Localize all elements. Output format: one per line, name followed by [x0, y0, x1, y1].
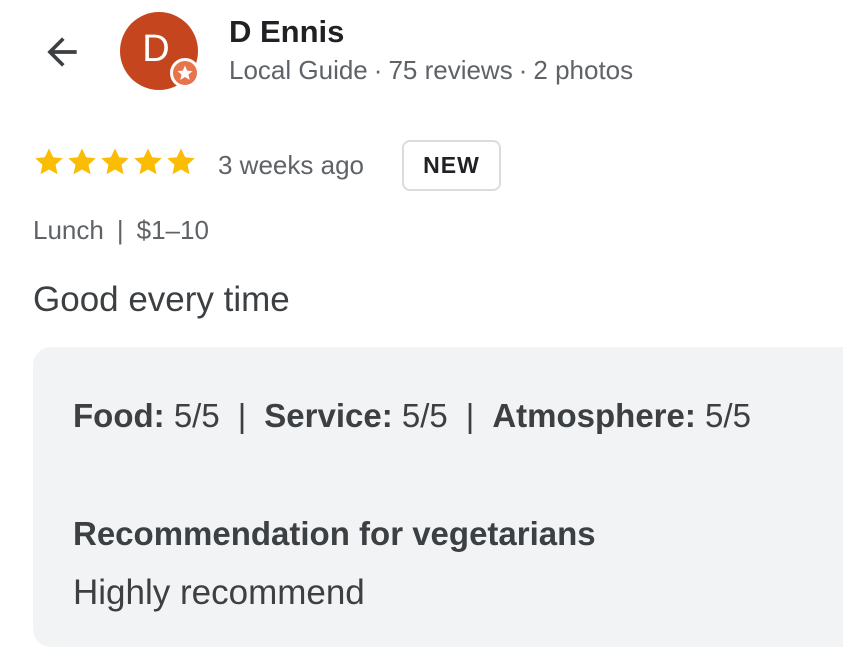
recommendation-label: Recommendation for vegetarians — [73, 515, 596, 552]
recommendation-value: Highly recommend — [73, 573, 365, 612]
review-time: 3 weeks ago — [218, 150, 364, 180]
user-level: Local Guide — [229, 55, 368, 85]
local-guide-badge — [170, 58, 200, 88]
price-range-tag: $1–10 — [136, 215, 209, 245]
food-value: 5/5 — [173, 397, 220, 434]
star-icon — [167, 148, 195, 175]
back-button[interactable] — [36, 28, 88, 76]
star-icon — [68, 148, 96, 175]
star-rating — [33, 146, 197, 178]
review-text: Good every time — [33, 280, 290, 319]
review-details-card: Food: 5/5 | Service: 5/5 | Atmosphere: 5/5 R… — [33, 347, 843, 647]
review-tags: Lunch | $1–10 — [33, 215, 209, 246]
atmosphere-label: Atmosphere — [492, 397, 685, 434]
rating-colon: : — [684, 397, 696, 434]
rating-separator: | — [237, 397, 247, 434]
photos-count: 2 photos — [533, 55, 634, 85]
avatar[interactable]: D — [120, 12, 200, 90]
arrow-left-icon — [47, 37, 77, 67]
meal-type-tag: Lunch — [33, 215, 104, 245]
meta-separator: · — [518, 55, 528, 85]
meta-separator: · — [373, 55, 383, 85]
atmosphere-value: 5/5 — [705, 397, 751, 434]
reviews-count: 75 reviews — [388, 55, 513, 85]
star-icon — [134, 148, 162, 175]
avatar-letter: D — [142, 28, 170, 70]
tag-separator: | — [116, 215, 124, 245]
rating-separator: | — [465, 397, 475, 434]
user-meta: Local Guide · 75 reviews · 2 photos — [229, 55, 633, 86]
rating-colon: : — [153, 397, 165, 434]
rating-colon: : — [381, 397, 393, 434]
user-name[interactable]: D Ennis — [229, 14, 344, 50]
food-label: Food — [73, 397, 154, 434]
service-label: Service — [264, 397, 382, 434]
local-guide-star-icon — [177, 65, 193, 80]
aspect-ratings: Food: 5/5 | Service: 5/5 | Atmosphere: 5/5 — [73, 397, 751, 435]
star-icon — [101, 148, 129, 175]
service-value: 5/5 — [401, 397, 448, 434]
star-icon — [35, 148, 63, 175]
new-badge: NEW — [402, 140, 501, 191]
